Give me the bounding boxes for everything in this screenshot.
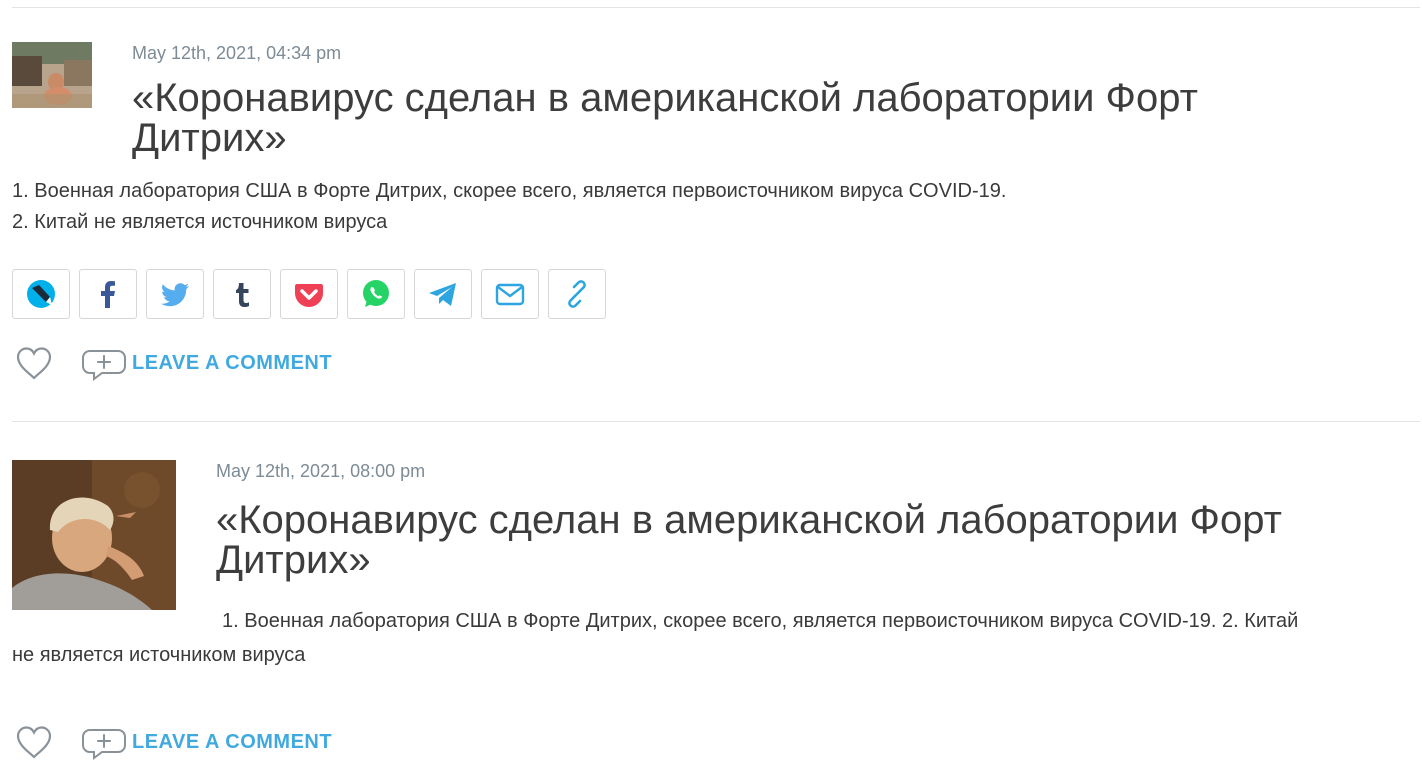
post-2-like-heart-icon[interactable]	[12, 722, 56, 762]
share-telegram-button[interactable]	[414, 269, 472, 319]
post-1-leave-comment-button[interactable]: LEAVE A COMMENT	[80, 343, 332, 383]
post-1-body-line-1: 1. Военная лаборатория США в Форте Дитри…	[12, 180, 1007, 202]
whatsapp-icon	[363, 280, 389, 307]
avatar-photo-icon	[12, 460, 176, 610]
post-1-actions: LEAVE A COMMENT	[12, 343, 332, 383]
comment-bubble-plus-icon	[82, 350, 126, 381]
post-2-leave-comment-button[interactable]: LEAVE A COMMENT	[80, 722, 332, 762]
share-tumblr-button[interactable]	[213, 269, 271, 319]
share-link-button[interactable]	[548, 269, 606, 319]
facebook-icon	[101, 281, 115, 308]
link-icon	[568, 280, 586, 308]
post-1-date: May 12th, 2021, 04:34 pm	[132, 43, 342, 63]
post-1-body-line-2: 2. Китай не является источником вируса	[12, 211, 388, 233]
livejournal-icon	[27, 280, 55, 308]
twitter-icon	[161, 283, 189, 307]
post-2-leave-comment-label: LEAVE A COMMENT	[132, 730, 333, 753]
post-2-title[interactable]: «Коронавирус сделан в американской лабор…	[216, 500, 1316, 580]
share-facebook-button[interactable]	[79, 269, 137, 319]
pocket-icon	[295, 284, 323, 307]
post-1-like-heart-icon[interactable]	[12, 343, 56, 383]
post-divider	[12, 421, 1420, 422]
share-livejournal-button[interactable]	[12, 269, 70, 319]
comment-bubble-plus-icon	[82, 729, 126, 760]
avatar-photo-icon	[12, 42, 92, 108]
telegram-icon	[429, 283, 456, 306]
post-2-date: May 12th, 2021, 08:00 pm	[216, 461, 426, 481]
share-whatsapp-button[interactable]	[347, 269, 405, 319]
share-twitter-button[interactable]	[146, 269, 204, 319]
share-buttons	[12, 269, 615, 319]
post-2-actions: LEAVE A COMMENT	[12, 722, 332, 762]
post-1-avatar[interactable]	[12, 42, 92, 108]
tumblr-icon	[236, 283, 249, 307]
post-1-title[interactable]: «Коронавирус сделан в американской лабор…	[132, 78, 1352, 158]
share-email-button[interactable]	[481, 269, 539, 319]
top-divider	[12, 7, 1420, 8]
share-pocket-button[interactable]	[280, 269, 338, 319]
post-2-avatar[interactable]	[12, 460, 176, 610]
post-2-body: 1. Военная лаборатория США в Форте Дитри…	[12, 610, 1299, 666]
post-1-leave-comment-label: LEAVE A COMMENT	[132, 351, 333, 374]
email-icon	[495, 283, 525, 306]
